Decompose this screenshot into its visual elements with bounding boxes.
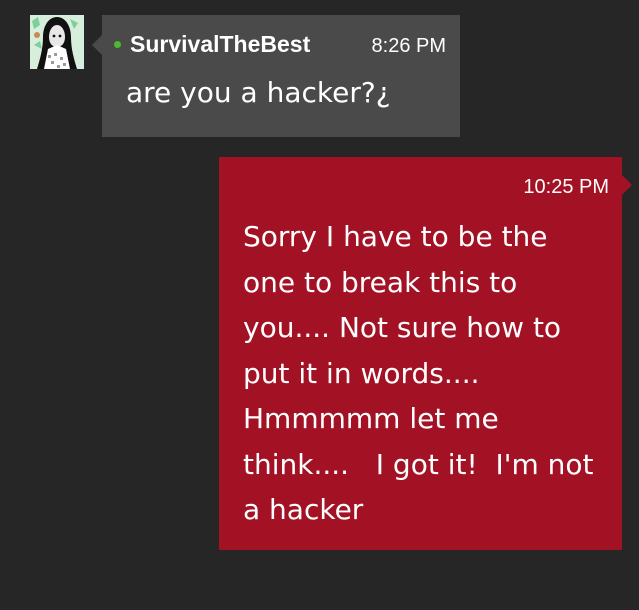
message-text: Sorry I have to be the one to break this… xyxy=(243,214,613,533)
message-text: are you a hacker?¿ xyxy=(126,76,391,109)
message-timestamp: 8:26 PM xyxy=(371,35,446,57)
message-line: think.... I got it! I'm not xyxy=(243,447,594,481)
message-line: one to break this to xyxy=(243,265,518,299)
message-line: Hmmmmm let me xyxy=(243,402,499,435)
message-line: a hacker xyxy=(243,493,364,526)
sender-name[interactable]: SurvivalTheBest xyxy=(130,29,310,59)
message-timestamp: 10:25 PM xyxy=(523,176,609,198)
outgoing-message-bubble[interactable]: 10:25 PM Sorry I have to be the one to b… xyxy=(219,157,632,550)
message-line: put it in words.... xyxy=(243,356,480,390)
avatar[interactable] xyxy=(30,15,84,69)
incoming-message-bubble[interactable]: SurvivalTheBest 8:26 PM are you a hacker… xyxy=(92,15,460,137)
message-line: Sorry I have to be the xyxy=(243,220,548,253)
avatar-image xyxy=(30,15,84,69)
online-status-dot xyxy=(114,41,121,48)
message-header: SurvivalTheBest 8:26 PM xyxy=(114,29,446,59)
message-line: you.... Not sure how to xyxy=(243,311,562,344)
